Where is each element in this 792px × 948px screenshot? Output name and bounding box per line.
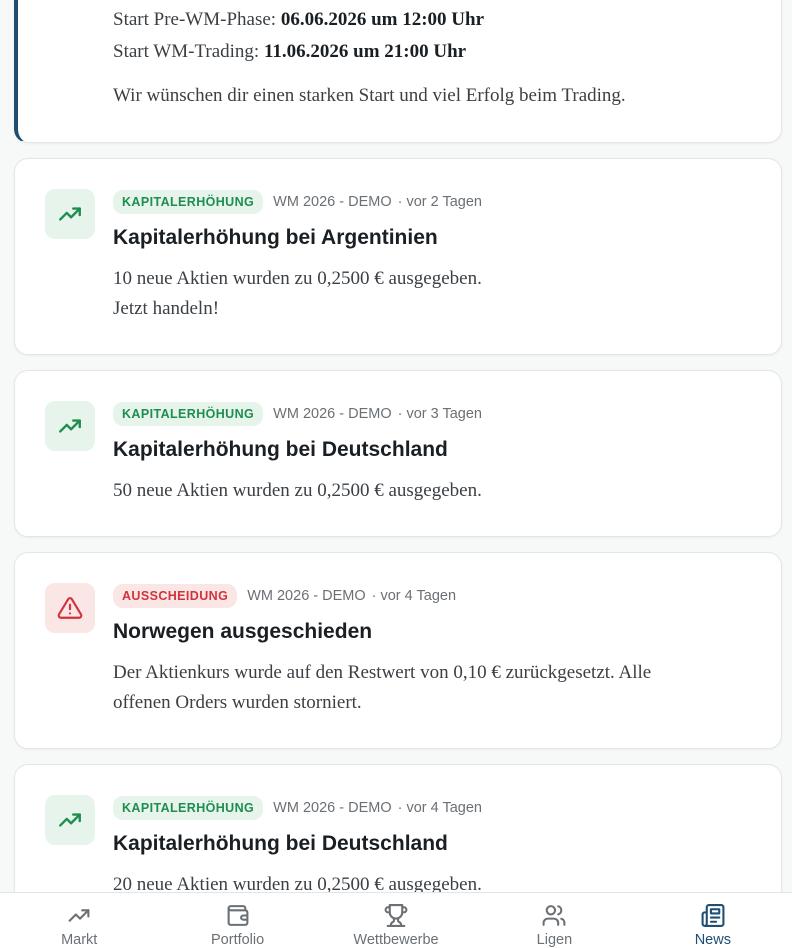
tab-label: Portfolio	[211, 932, 265, 948]
trophy-icon	[384, 904, 408, 927]
news-title: Kapitalerhöhung bei Deutschland	[113, 438, 448, 461]
league-name: WM 2026 - DEMO	[273, 194, 392, 210]
trending-up-icon	[59, 419, 81, 433]
tab-label: Markt	[61, 932, 98, 948]
news-title: Kapitalerhöhung bei Deutschland	[113, 832, 448, 855]
news-text-line: Der Aktienkurs wurde auf den Restwert vo…	[113, 662, 652, 683]
tab-label: Wettbewerbe	[353, 932, 439, 948]
news-icon-box	[45, 401, 95, 451]
wallet-icon	[227, 905, 249, 926]
news-age: · vor 2 Tagen	[397, 194, 482, 210]
news-age: · vor 3 Tagen	[397, 406, 482, 422]
league-name: WM 2026 - DEMO	[273, 800, 392, 816]
news-feed[interactable]: Start Pre-WM-Phase: 06.06.2026 um 12:00 …	[0, 0, 792, 892]
news-title: Kapitalerhöhung bei Argentinien	[113, 226, 438, 249]
news-text: 50 neue Aktien wurden zu 0,2500 € ausgeg…	[113, 476, 757, 506]
tab-portfolio[interactable]: Portfolio	[158, 893, 316, 948]
news-icon-box	[45, 583, 95, 633]
start-wm-trading-label: Start WM-Trading:	[113, 41, 264, 62]
tab-wettbewerbe[interactable]: Wettbewerbe	[317, 893, 475, 948]
trending-up-icon	[59, 813, 81, 827]
news-meta: KAPITALERHÖHUNG WM 2026 - DEMO · vor 2 T…	[113, 189, 757, 215]
tab-markt[interactable]: Markt	[0, 893, 158, 948]
news-card-capital-increase-argentina[interactable]: KAPITALERHÖHUNG WM 2026 - DEMO · vor 2 T…	[14, 158, 782, 355]
category-badge: KAPITALERHÖHUNG	[113, 190, 264, 214]
news-text-line: offenen Orders wurden storniert.	[113, 692, 362, 713]
news-card-welcome[interactable]: Start Pre-WM-Phase: 06.06.2026 um 12:00 …	[14, 0, 782, 143]
newspaper-icon	[701, 904, 725, 927]
news-card-capital-increase-germany[interactable]: KAPITALERHÖHUNG WM 2026 - DEMO · vor 3 T…	[14, 370, 782, 537]
start-pre-wm-label: Start Pre-WM-Phase:	[113, 9, 281, 30]
news-meta: KAPITALERHÖHUNG WM 2026 - DEMO · vor 4 T…	[113, 795, 757, 821]
welcome-card-body: Start Pre-WM-Phase: 06.06.2026 um 12:00 …	[113, 0, 773, 112]
bottom-tab-bar: Markt Portfolio Wettbewerbe Ligen News	[0, 892, 792, 948]
news-age: · vor 4 Tagen	[397, 800, 482, 816]
news-text-line: 10 neue Aktien wurden zu 0,2500 € ausgeg…	[113, 268, 482, 289]
news-card-capital-increase-germany-2[interactable]: KAPITALERHÖHUNG WM 2026 - DEMO · vor 4 T…	[14, 764, 782, 892]
news-text-line: 20 neue Aktien wurden zu 0,2500 € ausgeg…	[113, 874, 482, 892]
start-pre-wm-line: Start Pre-WM-Phase: 06.06.2026 um 12:00 …	[113, 4, 773, 36]
news-text: Der Aktienkurs wurde auf den Restwert vo…	[113, 658, 757, 718]
news-icon-box	[45, 795, 95, 845]
news-card-elimination-norway[interactable]: AUSSCHEIDUNG WM 2026 - DEMO · vor 4 Tage…	[14, 552, 782, 749]
news-text: 10 neue Aktien wurden zu 0,2500 € ausgeg…	[113, 264, 757, 324]
warning-icon	[57, 597, 83, 619]
news-text: 20 neue Aktien wurden zu 0,2500 € ausgeg…	[113, 870, 757, 892]
news-title: Norwegen ausgeschieden	[113, 620, 373, 643]
category-badge: KAPITALERHÖHUNG	[113, 796, 264, 820]
users-icon	[542, 905, 566, 926]
category-badge: AUSSCHEIDUNG	[113, 584, 238, 608]
tab-news[interactable]: News	[634, 893, 792, 948]
news-text-line: Jetzt handeln!	[113, 298, 220, 319]
start-wm-trading-line: Start WM-Trading: 11.06.2026 um 21:00 Uh…	[113, 36, 773, 68]
tab-label: News	[694, 932, 731, 948]
news-meta: AUSSCHEIDUNG WM 2026 - DEMO · vor 4 Tage…	[113, 583, 757, 609]
news-age: · vor 4 Tagen	[371, 588, 457, 604]
tab-ligen[interactable]: Ligen	[475, 893, 633, 948]
welcome-wish: Wir wünschen dir einen starken Start und…	[113, 85, 626, 106]
tab-label: Ligen	[536, 932, 573, 948]
news-meta: KAPITALERHÖHUNG WM 2026 - DEMO · vor 3 T…	[113, 401, 757, 427]
category-badge: KAPITALERHÖHUNG	[113, 402, 264, 426]
league-name: WM 2026 - DEMO	[273, 406, 392, 422]
trending-up-icon	[59, 207, 81, 221]
trending-up-icon	[68, 909, 90, 922]
start-wm-trading-value: 11.06.2026 um 21:00 Uhr	[263, 41, 467, 62]
start-pre-wm-value: 06.06.2026 um 12:00 Uhr	[280, 9, 485, 30]
news-icon-box	[45, 189, 95, 239]
news-text-line: 50 neue Aktien wurden zu 0,2500 € ausgeg…	[113, 480, 482, 501]
league-name: WM 2026 - DEMO	[247, 588, 366, 604]
